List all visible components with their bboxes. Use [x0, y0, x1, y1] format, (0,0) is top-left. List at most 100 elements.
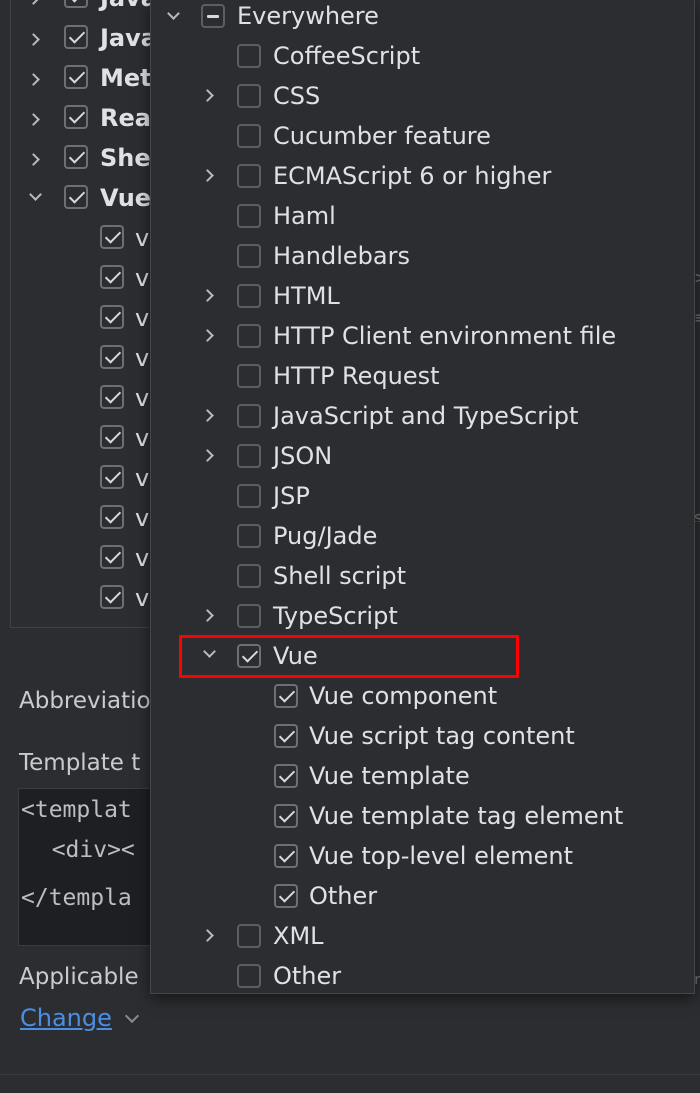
context-checkbox-typescript[interactable] [237, 604, 261, 628]
template-label: v [135, 464, 150, 492]
context-checkbox-css[interactable] [237, 84, 261, 108]
template-checkbox[interactable] [100, 505, 124, 529]
context-label: Vue component [309, 682, 498, 710]
template-checkbox[interactable] [100, 425, 124, 449]
everywhere-checkbox[interactable] [201, 4, 225, 28]
template-text-editor[interactable]: <templat <div>< </templa [18, 788, 160, 946]
template-label: v [135, 304, 150, 332]
context-label: Handlebars [273, 242, 410, 270]
applicable-contexts-label: Applicable [19, 964, 139, 990]
collapse-chevron-icon[interactable] [29, 188, 42, 201]
code-line: <div>< [24, 837, 135, 863]
expand-chevron-icon[interactable] [201, 329, 214, 342]
context-label: Haml [273, 202, 336, 230]
context-label: Vue template tag element [309, 802, 624, 830]
expand-chevron-icon[interactable] [201, 609, 214, 622]
context-checkbox-json[interactable] [237, 444, 261, 468]
expand-chevron-icon[interactable] [201, 449, 214, 462]
template-group-label: Met [100, 64, 152, 92]
context-label: Vue top-level element [309, 842, 574, 870]
template-label: v [135, 544, 150, 572]
context-label: CSS [273, 82, 321, 110]
expand-chevron-icon[interactable] [201, 929, 214, 942]
dialog-bottom-bar [0, 1074, 700, 1093]
template-checkbox[interactable] [100, 585, 124, 609]
context-checkbox-jsp[interactable] [237, 484, 261, 508]
context-checkbox-coffeescript[interactable] [237, 44, 261, 68]
template-checkbox[interactable] [100, 265, 124, 289]
context-checkbox-shell-script[interactable] [237, 564, 261, 588]
background-template-tree: Java Java Met Rea She Vue v v v v v v v … [10, 0, 162, 628]
template-text-label: Template t [19, 750, 141, 776]
template-group-checkbox[interactable] [64, 25, 88, 49]
context-label: JSON [273, 442, 333, 470]
context-label: XML [273, 922, 324, 950]
context-checkbox-vue[interactable] [237, 644, 261, 668]
context-label: JavaScript and TypeScript [273, 402, 579, 430]
context-checkbox-xml[interactable] [237, 924, 261, 948]
collapse-chevron-icon[interactable] [203, 645, 216, 658]
context-checkbox-vue-component[interactable] [274, 684, 298, 708]
collapse-chevron-icon[interactable] [167, 7, 180, 20]
template-checkbox[interactable] [100, 225, 124, 249]
context-label: Pug/Jade [273, 522, 378, 550]
template-checkbox[interactable] [100, 465, 124, 489]
context-label: CoffeeScript [273, 42, 421, 70]
template-checkbox[interactable] [100, 545, 124, 569]
expand-chevron-icon[interactable] [27, 0, 40, 5]
context-label: Other [309, 882, 378, 910]
context-label: Cucumber feature [273, 122, 491, 150]
context-checkbox-vue-template[interactable] [274, 764, 298, 788]
context-label: Vue script tag content [309, 722, 575, 750]
context-checkbox-html[interactable] [237, 284, 261, 308]
template-group-label: Rea [100, 104, 151, 132]
template-group-checkbox[interactable] [64, 105, 88, 129]
template-checkbox[interactable] [100, 305, 124, 329]
context-label: Other [273, 962, 342, 990]
expand-chevron-icon[interactable] [201, 409, 214, 422]
template-group-label: Vue [100, 184, 152, 212]
expand-chevron-icon[interactable] [201, 169, 214, 182]
template-group-checkbox[interactable] [64, 0, 88, 8]
context-selection-popup: Everywhere CoffeeScript CSS Cucumber fea… [150, 0, 695, 994]
expand-chevron-icon[interactable] [27, 33, 40, 46]
context-checkbox-ecmascript[interactable] [237, 164, 261, 188]
template-checkbox[interactable] [100, 385, 124, 409]
template-group-label: Java [100, 0, 157, 12]
context-checkbox-javascript-typescript[interactable] [237, 404, 261, 428]
context-checkbox-cucumber[interactable] [237, 124, 261, 148]
context-checkbox-vue-other[interactable] [274, 884, 298, 908]
context-checkbox-other[interactable] [237, 964, 261, 988]
context-label: HTML [273, 282, 340, 310]
template-label: v [135, 504, 150, 532]
template-group-checkbox[interactable] [64, 185, 88, 209]
context-label: TypeScript [273, 602, 398, 630]
expand-chevron-icon[interactable] [27, 73, 40, 86]
code-line: </templa [21, 885, 132, 911]
expand-chevron-icon[interactable] [27, 153, 40, 166]
template-group-checkbox[interactable] [64, 65, 88, 89]
expand-chevron-icon[interactable] [201, 289, 214, 302]
template-label: v [135, 224, 150, 252]
change-context-link[interactable]: Change [20, 1004, 112, 1032]
template-group-label: She [100, 144, 151, 172]
context-checkbox-vue-template-tag[interactable] [274, 804, 298, 828]
template-group-checkbox[interactable] [64, 145, 88, 169]
template-label: v [135, 264, 150, 292]
context-checkbox-vue-top-level[interactable] [274, 844, 298, 868]
context-checkbox-haml[interactable] [237, 204, 261, 228]
context-checkbox-pug-jade[interactable] [237, 524, 261, 548]
everywhere-label: Everywhere [237, 2, 379, 30]
template-label: v [135, 424, 150, 452]
context-checkbox-http-request[interactable] [237, 364, 261, 388]
template-checkbox[interactable] [100, 345, 124, 369]
context-checkbox-handlebars[interactable] [237, 244, 261, 268]
context-checkbox-http-client-env[interactable] [237, 324, 261, 348]
expand-chevron-icon[interactable] [27, 113, 40, 126]
expand-chevron-icon[interactable] [201, 89, 214, 102]
chevron-down-icon[interactable] [124, 1008, 140, 1024]
context-checkbox-vue-script-tag[interactable] [274, 724, 298, 748]
context-label: JSP [273, 482, 310, 510]
context-label: ECMAScript 6 or higher [273, 162, 552, 190]
abbreviation-label: Abbreviatio [19, 688, 151, 714]
